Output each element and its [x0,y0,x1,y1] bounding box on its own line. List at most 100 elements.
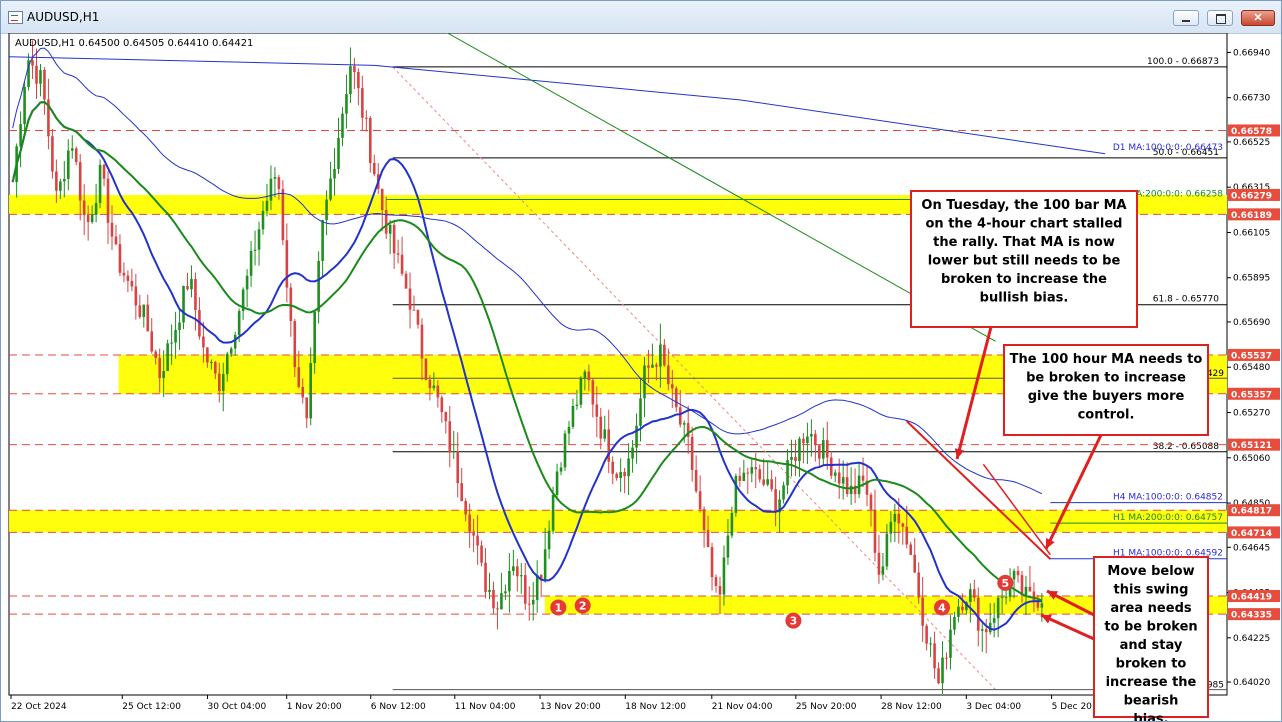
candle-body [794,457,797,462]
candle-body [257,229,261,250]
candle-body [273,177,277,179]
candle-body [122,272,126,276]
candle-body [857,475,861,495]
candle-body [138,305,142,317]
candle-body [82,200,86,216]
candle-body [810,433,813,437]
y-tick-label: 0.66525 [1233,138,1270,148]
annotation-line: area needs [1110,601,1191,616]
candle-body [357,71,360,89]
candle-body [281,189,285,241]
candle-body [861,475,865,481]
candle-body [329,178,332,200]
candle-body [527,603,531,605]
candle-body [90,214,94,222]
candle-body [595,404,599,417]
candle-body [74,148,78,163]
candle-body [313,311,316,364]
candle-body [746,472,750,474]
candle-body [392,224,396,254]
candle-body [452,451,456,453]
maximize-button[interactable] [1207,10,1233,26]
close-button[interactable]: ✕ [1241,10,1275,26]
candle-body [913,554,917,573]
fibonacci-level-label: 100.0 - 0.66873 [1147,57,1219,67]
x-tick-label: 21 Nov 04:00 [712,702,773,712]
minimize-button[interactable] [1173,10,1199,26]
ma-value-label: H4 MA:100:0:0: 0.64852 [1113,493,1223,503]
candle-body [671,384,674,389]
candle-body [309,363,312,419]
candle-body [925,625,928,644]
candle-body [921,597,924,626]
candle-body [627,458,630,477]
candle-body [516,566,519,577]
candle-body [905,526,909,545]
candle-body [738,475,742,481]
candle-body [563,433,567,468]
candle-body [321,220,324,261]
candle-body [174,330,177,343]
candle-body [118,244,122,273]
candle-body [162,371,165,379]
candle-body [237,310,241,335]
swing-marker-label: 1 [554,601,562,614]
candle-body [496,608,499,610]
candle-body [555,471,559,495]
candle-body [893,513,897,522]
candle-body [388,224,392,234]
candle-body [420,324,424,359]
candle-body [436,385,440,398]
candle-body [519,575,523,577]
candle-body [957,606,960,617]
candle-body [678,407,682,425]
candle-body [631,447,634,459]
swing-marker-label: 2 [579,600,587,613]
candle-body [559,467,563,472]
ma-value-label: H1 MA:200:0:0: 0.64757 [1113,513,1223,523]
candle-body [579,377,583,405]
support-resistance-zone [9,510,1227,533]
candle-body [504,591,507,594]
candle-body [39,69,42,84]
candle-body [1004,596,1008,598]
annotation-line: be broken to increase [1026,371,1186,386]
candle-body [380,188,384,211]
candle-body [186,286,189,290]
candle-body [873,509,877,553]
candle-body [619,472,622,478]
annotation-line: this swing [1114,583,1189,598]
candle-body [702,509,706,531]
candle-body [647,365,650,368]
candle-body [70,148,74,151]
price-tag-label: 0.65121 [1231,441,1272,451]
candle-body [249,250,253,276]
candle-body [674,388,678,408]
candle-body [492,589,495,609]
candle-body [500,593,503,610]
window-titlebar[interactable]: AUDUSD,H1 ✕ [1,1,1281,34]
price-chart[interactable]: 100.0 - 0.6687350.0 - 0.6645161.8 - 0.65… [1,33,1281,721]
y-tick-label: 0.66730 [1233,94,1270,104]
candle-body [655,364,658,367]
candle-body [476,535,479,546]
x-tick-label: 18 Nov 12:00 [625,702,686,712]
annotation-line: broken to increase the [941,272,1107,287]
annotation-line: to be broken [1104,620,1197,635]
candle-body [667,365,670,385]
candle-body [468,514,471,532]
candle-body [341,113,344,138]
price-tag-label: 0.64714 [1231,529,1272,539]
candle-body [818,445,821,459]
candle-body [889,521,893,534]
candle-body [841,477,845,484]
candle-body [106,178,110,223]
candle-body [798,438,801,462]
candle-body [802,438,805,444]
price-tag-label: 0.64419 [1231,593,1272,603]
candle-body [317,260,320,312]
annotation-line: increase the [1106,675,1197,690]
ma-value-label: MA:200:0:0: 0.66258 [1128,189,1223,199]
candle-body [758,469,762,480]
candle-body [166,343,169,372]
